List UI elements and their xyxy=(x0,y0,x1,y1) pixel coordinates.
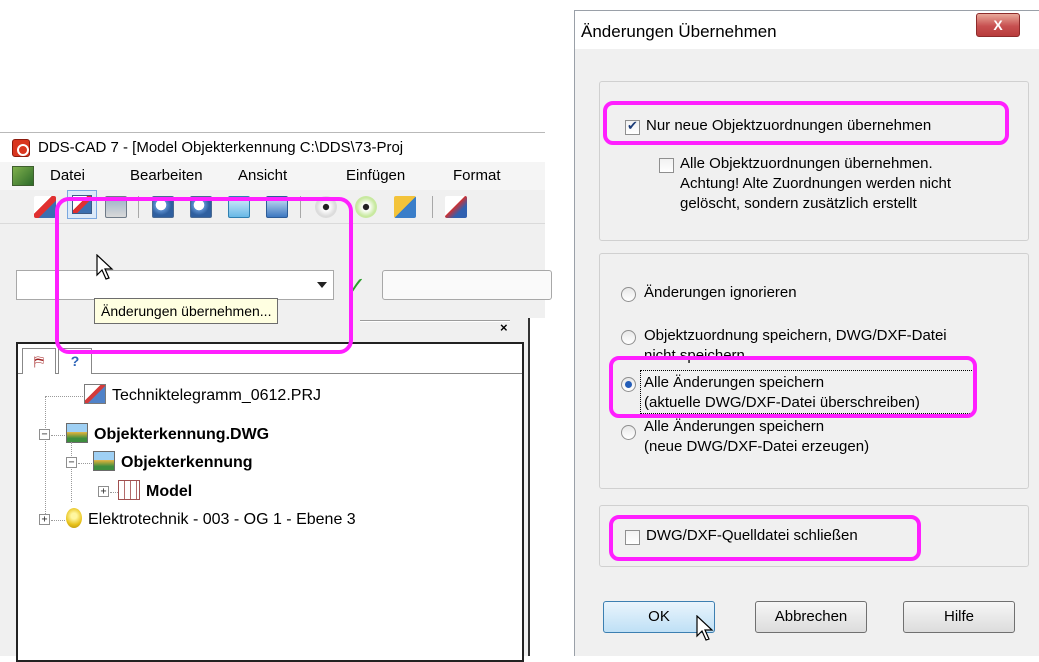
panel-close-icon[interactable]: × xyxy=(500,320,508,335)
dds-cad-app-icon xyxy=(12,139,30,157)
tree-node-label: Techniktelegramm_0612.PRJ xyxy=(112,387,321,404)
tree-line xyxy=(78,463,92,464)
tree-node-label: Model xyxy=(146,483,193,500)
radio-save-new-label-2[interactable]: (neue DWG/DXF-Datei erzeugen) xyxy=(644,437,869,457)
all-assignments-label[interactable]: Alle Objektzuordnungen übernehmen. xyxy=(680,154,933,174)
toolbar-separator xyxy=(432,196,433,218)
all-assignments-warning-1: Achtung! Alte Zuordnungen werden nicht xyxy=(680,175,952,192)
dwg-file-icon xyxy=(66,423,88,443)
tree-line xyxy=(51,435,65,436)
tool-icon[interactable] xyxy=(445,196,467,218)
dialog-title: Änderungen Übernehmen xyxy=(581,22,777,41)
tree-node-label: Elektrotechnik - 003 - OG 1 - Ebene 3 xyxy=(88,511,356,528)
cancel-button[interactable]: Abbrechen xyxy=(755,601,867,633)
radio-save-assignment[interactable] xyxy=(621,330,636,345)
menu-datei[interactable]: Datei xyxy=(50,162,85,190)
close-button[interactable]: X xyxy=(976,13,1020,37)
tab-structure[interactable]: ⛿ xyxy=(22,348,56,374)
apply-changes-dialog: Änderungen Übernehmen X Nur neue Objektz… xyxy=(574,10,1039,656)
model-grid-icon xyxy=(118,480,140,500)
dialog-title-bar: Änderungen Übernehmen X xyxy=(575,11,1039,49)
drawing-area-edge xyxy=(528,318,545,656)
highlight-new-only xyxy=(603,101,1009,145)
tree-node-dwg[interactable]: Objekterkennung.DWG xyxy=(66,422,269,448)
secondary-combo[interactable] xyxy=(382,270,552,300)
radio-save-new[interactable] xyxy=(621,425,636,440)
menu-einfuegen[interactable]: Einfügen xyxy=(346,162,405,190)
menu-ansicht[interactable]: Ansicht xyxy=(238,162,287,190)
tree-node-label: Objekterkennung xyxy=(121,454,253,471)
tree-node-layout[interactable]: Objekterkennung xyxy=(93,450,253,476)
menu-format[interactable]: Format xyxy=(453,162,501,190)
tree-line xyxy=(45,396,46,516)
mouse-cursor-icon xyxy=(696,615,714,641)
tree-node-model[interactable]: Model xyxy=(118,479,192,505)
mouse-cursor-icon xyxy=(96,254,114,280)
lightbulb-icon xyxy=(66,508,82,528)
tree-node-electrical[interactable]: Elektrotechnik - 003 - OG 1 - Ebene 3 xyxy=(66,507,356,533)
menu-bar: Datei Bearbeiten Ansicht Einfügen Format xyxy=(0,162,545,190)
highlight-save-overwrite xyxy=(609,356,977,418)
expand-icon[interactable]: + xyxy=(39,514,50,525)
tree-line xyxy=(45,396,85,397)
all-assignments-checkbox[interactable] xyxy=(659,158,674,173)
close-icon: X xyxy=(993,17,1003,33)
highlight-close-source xyxy=(609,515,921,561)
collapse-icon[interactable]: − xyxy=(66,457,77,468)
tree-node-label: Objekterkennung.DWG xyxy=(94,426,270,443)
radio-ignore[interactable] xyxy=(621,287,636,302)
help-icon[interactable] xyxy=(394,196,416,218)
project-file-icon xyxy=(84,384,106,404)
radio-ignore-label[interactable]: Änderungen ignorieren xyxy=(644,283,797,303)
radio-save-new-label[interactable]: Alle Änderungen speichern xyxy=(644,417,824,437)
open-icon[interactable] xyxy=(34,196,56,218)
menu-bearbeiten[interactable]: Bearbeiten xyxy=(130,162,203,190)
layout-icon xyxy=(93,451,115,471)
radio-save-assignment-label[interactable]: Objektzuordnung speichern, DWG/DXF-Datei xyxy=(644,326,947,346)
tree-line xyxy=(110,492,118,493)
app-title-bar: DDS-CAD 7 - [Model Objekterkennung C:\DD… xyxy=(0,132,545,162)
project-tree-panel: ⛿ ? Techniktelegramm_0612.PRJ − Objekter… xyxy=(16,342,524,662)
app-title: DDS-CAD 7 - [Model Objekterkennung C:\DD… xyxy=(38,139,404,156)
panel-grip[interactable] xyxy=(360,320,510,322)
hide-eye-icon[interactable] xyxy=(355,196,377,218)
tree-line xyxy=(71,442,72,502)
tree-line xyxy=(51,520,65,521)
all-assignments-warning-2: gelöscht, sondern zusätzlich erstellt xyxy=(680,195,917,212)
expand-icon[interactable]: + xyxy=(98,486,109,497)
collapse-icon[interactable]: − xyxy=(39,429,50,440)
document-menu-icon[interactable] xyxy=(12,166,34,186)
tree-node-project[interactable]: Techniktelegramm_0612.PRJ xyxy=(84,383,321,409)
help-button[interactable]: Hilfe xyxy=(903,601,1015,633)
